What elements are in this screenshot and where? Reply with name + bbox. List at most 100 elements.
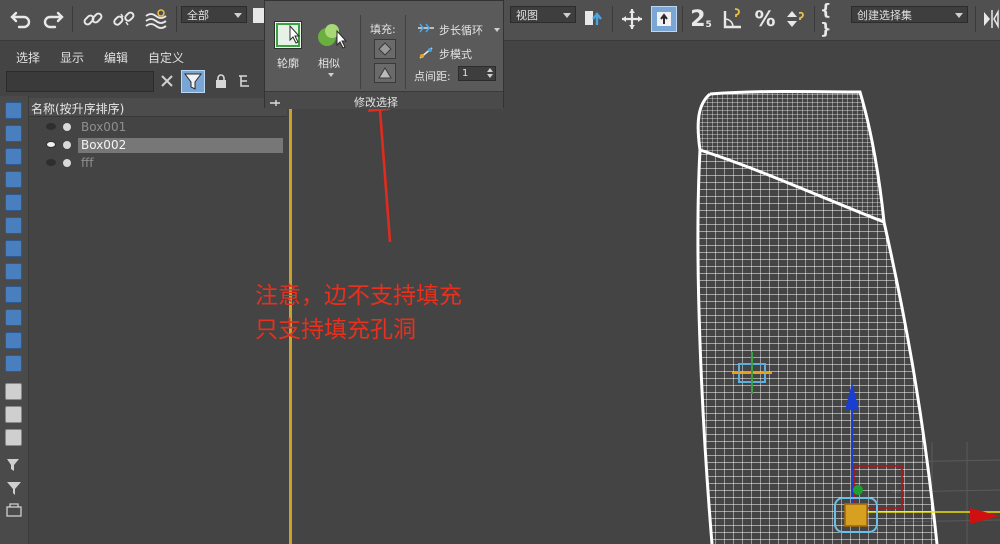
hierarchy-button[interactable] — [237, 74, 251, 88]
step-loop-icon — [418, 23, 434, 33]
menu-select[interactable]: 选择 — [16, 49, 40, 66]
list-item[interactable]: fff — [29, 155, 287, 172]
list-item[interactable]: Box001 — [29, 119, 287, 136]
cameras-filter-icon[interactable] — [5, 171, 22, 188]
filter-settings-button[interactable] — [6, 457, 22, 473]
undo-button[interactable] — [8, 6, 34, 32]
selection-filter-dropdown[interactable]: 全部 — [181, 6, 247, 23]
dot-gap-spinner[interactable]: 1 — [458, 66, 496, 81]
menu-edit[interactable]: 编辑 — [104, 49, 128, 66]
edit-named-selection-button[interactable]: { } — [820, 0, 846, 38]
pivot-center-button[interactable] — [582, 6, 608, 32]
spinner-up-icon[interactable] — [487, 68, 493, 72]
panel-footer: 修改选择 — [265, 91, 503, 109]
named-selection-value: 创建选择集 — [857, 9, 912, 22]
frozen-filter-icon[interactable] — [5, 332, 22, 349]
spacewarp-icon — [145, 9, 167, 29]
lock-button[interactable] — [215, 74, 227, 88]
redo-icon — [43, 11, 64, 29]
display-invert-icon[interactable] — [5, 429, 22, 446]
arrow-up-box-icon — [657, 12, 671, 26]
brace-label: { } — [820, 0, 832, 38]
xrefs-filter-icon[interactable] — [5, 263, 22, 280]
helpers-filter-icon[interactable] — [5, 194, 22, 211]
display-none-icon[interactable] — [5, 406, 22, 423]
clear-search-button[interactable] — [159, 73, 175, 89]
named-selection-dropdown[interactable]: 创建选择集 — [851, 6, 968, 23]
percent-snap-label: % — [754, 7, 776, 31]
undo-icon — [10, 11, 31, 29]
geometry-filter-icon[interactable] — [5, 102, 22, 119]
hidden-filter-icon[interactable] — [5, 355, 22, 372]
unlink-button[interactable] — [111, 6, 137, 32]
explorer-filter-column — [0, 96, 29, 544]
snap-sub-value: 5 — [705, 20, 712, 30]
unlink-icon — [113, 11, 135, 26]
pivot-center-icon — [585, 11, 602, 25]
select-manipulate-button[interactable] — [619, 6, 645, 32]
freeze-dot-icon[interactable] — [63, 123, 71, 131]
visibility-eye-icon[interactable] — [46, 159, 56, 166]
scene-explorer: 名称(按升序排序) Box001 Box002 fff — [29, 96, 287, 544]
mirror-icon — [984, 9, 999, 29]
lock-icon — [216, 74, 226, 88]
groups-filter-icon[interactable] — [5, 240, 22, 257]
fill-button[interactable] — [374, 39, 396, 59]
bind-spacewarp-button[interactable] — [143, 6, 169, 32]
link-button[interactable] — [80, 6, 106, 32]
outline-button[interactable] — [274, 21, 302, 49]
display-all-icon[interactable] — [5, 383, 22, 400]
shapes-filter-icon[interactable] — [5, 125, 22, 142]
freeze-dot-icon[interactable] — [63, 159, 71, 167]
outline-label: 轮廓 — [277, 57, 299, 70]
move-cross-icon — [622, 9, 642, 29]
step-loop-label[interactable]: 步长循环 — [439, 22, 483, 38]
menu-customize[interactable]: 自定义 — [148, 49, 184, 66]
containers-filter-icon[interactable] — [5, 309, 22, 326]
visibility-eye-icon[interactable] — [46, 123, 56, 130]
menu-display[interactable]: 显示 — [60, 49, 84, 66]
fill-hole-icon — [378, 67, 392, 79]
link-icon — [83, 12, 103, 26]
lights-filter-icon[interactable] — [5, 148, 22, 165]
spinner-snap-toggle[interactable] — [783, 6, 809, 32]
explorer-search-input[interactable] — [6, 71, 154, 92]
similar-label: 相似 — [318, 57, 340, 70]
step-mode-button[interactable] — [418, 46, 434, 60]
annotation-text-2: 只支持填充孔洞 — [255, 317, 416, 343]
spinner-snap-icon — [787, 11, 804, 27]
dot-gap-label: 点间距: — [414, 70, 451, 83]
redo-button[interactable] — [40, 6, 66, 32]
filter-button[interactable] — [6, 480, 22, 496]
snaps-toggle[interactable]: 25 — [688, 6, 714, 32]
dot-gap-value: 1 — [462, 68, 469, 79]
snap-value: 2 — [690, 6, 706, 32]
percent-snap-toggle[interactable]: % — [752, 6, 778, 32]
select-object-button[interactable] — [253, 8, 264, 23]
pin-panel-button[interactable] — [270, 96, 280, 106]
layer-button[interactable] — [6, 503, 22, 517]
name-column-header[interactable]: 名称(按升序排序) — [29, 98, 287, 117]
angle-snap-toggle[interactable] — [720, 6, 746, 32]
filter-toggle[interactable] — [181, 70, 205, 93]
perspective-viewport[interactable]: 注意，边不支持填充 只支持填充孔洞 — [255, 42, 1000, 544]
mirror-button[interactable] — [978, 6, 1000, 32]
reference-coord-dropdown[interactable]: 视图 — [510, 6, 576, 23]
bones-filter-icon[interactable] — [5, 286, 22, 303]
spacewarps-filter-icon[interactable] — [5, 217, 22, 234]
similar-button[interactable] — [315, 21, 348, 51]
object-name: fff — [81, 156, 94, 170]
visibility-eye-icon[interactable] — [46, 141, 56, 148]
step-loop-dropdown-arrow[interactable] — [494, 28, 500, 32]
step-mode-label[interactable]: 步模式 — [439, 46, 472, 62]
filter-gear-icon — [7, 459, 19, 471]
freeze-dot-icon[interactable] — [63, 141, 71, 149]
step-loop-button[interactable] — [417, 22, 435, 34]
outline-icon — [276, 23, 301, 47]
spinner-down-icon[interactable] — [487, 74, 493, 78]
keyboard-shortcut-toggle[interactable] — [651, 6, 677, 32]
fill-hole-button[interactable] — [374, 63, 396, 83]
similar-dropdown-arrow[interactable] — [328, 73, 334, 77]
list-item[interactable]: Box002 — [29, 137, 287, 154]
annotation-text-1: 注意，边不支持填充 — [255, 283, 462, 309]
